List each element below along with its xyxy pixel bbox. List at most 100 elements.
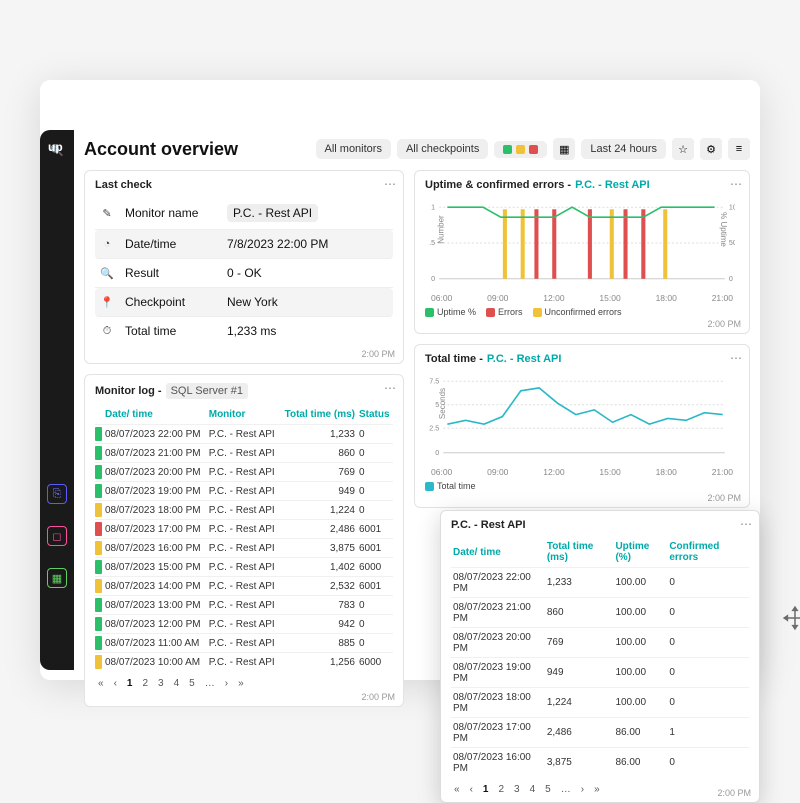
page-link[interactable]: 2 <box>139 677 151 690</box>
tiles-icon[interactable]: ▦ <box>553 138 575 160</box>
table-row[interactable]: 08/07/2023 17:00 PMP.C. - Rest API2,4866… <box>95 520 393 539</box>
table-row[interactable]: 08/07/2023 18:00 PMP.C. - Rest API1,2240 <box>95 501 393 520</box>
status-indicator <box>95 427 102 441</box>
page-link[interactable]: « <box>95 677 107 690</box>
page-link[interactable]: 4 <box>527 783 539 796</box>
svg-text:0.5: 0.5 <box>429 239 435 247</box>
card-timestamp: 2:00 PM <box>361 692 395 702</box>
cell-monitor: P.C. - Rest API <box>207 558 280 577</box>
page-link[interactable]: … <box>202 677 218 690</box>
status-filter[interactable] <box>494 141 547 158</box>
page-link[interactable]: › <box>222 677 231 690</box>
table-row[interactable]: 08/07/2023 14:00 PMP.C. - Rest API2,5326… <box>95 577 393 596</box>
col-datetime[interactable]: Date/ time <box>451 537 545 568</box>
grid-icon[interactable]: ▦ <box>47 568 67 588</box>
page-link[interactable]: › <box>578 783 587 796</box>
totaltime-title: Total time - <box>425 353 483 365</box>
row-label: Total time <box>125 324 217 338</box>
col-monitor[interactable]: Monitor <box>207 405 280 425</box>
page-link[interactable]: 3 <box>511 783 523 796</box>
page-link[interactable]: 5 <box>542 783 554 796</box>
cell-status: 0 <box>357 501 393 520</box>
detail-popup[interactable]: P.C. - Rest API ⋯ Date/ time Total time … <box>440 510 760 803</box>
page-link[interactable]: 2 <box>495 783 507 796</box>
cell-totaltime: 885 <box>280 634 357 653</box>
cell-monitor: P.C. - Rest API <box>207 482 280 501</box>
col-totaltime[interactable]: Total time (ms) <box>545 537 614 568</box>
lastcheck-row: ◔Date/time7/8/2023 22:00 PM <box>95 230 393 259</box>
col-totaltime[interactable]: Total time (ms) <box>280 405 357 425</box>
table-row[interactable]: 08/07/2023 16:00 PMP.C. - Rest API3,8756… <box>95 539 393 558</box>
cell-totaltime: 1,256 <box>280 653 357 672</box>
table-row[interactable]: 08/07/2023 19:00 PM949100.000 <box>451 658 749 688</box>
table-row[interactable]: 08/07/2023 20:00 PMP.C. - Rest API7690 <box>95 463 393 482</box>
star-icon[interactable]: ☆ <box>672 138 694 160</box>
table-row[interactable]: 08/07/2023 20:00 PM769100.000 <box>451 628 749 658</box>
page-link[interactable]: » <box>235 677 247 690</box>
cell-errors: 0 <box>667 568 749 598</box>
range-select[interactable]: Last 24 hours <box>581 139 666 159</box>
page-link[interactable]: 1 <box>124 677 136 690</box>
page-link[interactable]: … <box>558 783 574 796</box>
col-uptime[interactable]: Uptime (%) <box>613 537 667 568</box>
x-tick: 09:00 <box>487 293 508 303</box>
page-link[interactable]: 4 <box>171 677 183 690</box>
move-icon[interactable] <box>782 605 800 631</box>
filter-monitors[interactable]: All monitors <box>316 139 391 159</box>
status-dot-red <box>529 145 538 154</box>
last-check-title: Last check <box>95 179 393 191</box>
more-icon[interactable]: ⋯ <box>740 517 753 531</box>
page-link[interactable]: 5 <box>186 677 198 690</box>
col-datetime[interactable]: Date/ time <box>103 405 207 425</box>
cell-status: 0 <box>357 596 393 615</box>
svg-text:2.5: 2.5 <box>429 424 439 432</box>
status-indicator <box>95 598 102 612</box>
table-row[interactable]: 08/07/2023 22:00 PM1,233100.000 <box>451 568 749 598</box>
menu-icon[interactable]: ≡ <box>728 138 750 160</box>
totaltime-chart: Seconds 7.5 5 2.5 0 <box>429 371 735 463</box>
table-row[interactable]: 08/07/2023 17:00 PM2,48686.001 <box>451 718 749 748</box>
more-icon[interactable]: ⋯ <box>730 351 743 365</box>
monitor-log-card: Monitor log - SQL Server #1 ⋯ Date/ time… <box>84 374 404 707</box>
table-row[interactable]: 08/07/2023 22:00 PMP.C. - Rest API1,2330 <box>95 425 393 444</box>
status-indicator <box>95 560 102 574</box>
pager[interactable]: « ‹ 12345 … › » <box>95 677 393 690</box>
page-link[interactable]: ‹ <box>111 677 120 690</box>
page-link[interactable]: 1 <box>480 783 492 796</box>
cell-status: 0 <box>357 482 393 501</box>
totaltime-sub[interactable]: P.C. - Rest API <box>487 353 562 365</box>
more-icon[interactable]: ⋯ <box>384 381 397 395</box>
more-icon[interactable]: ⋯ <box>730 177 743 191</box>
uptime-sub[interactable]: P.C. - Rest API <box>575 179 650 191</box>
cell-status: 0 <box>357 634 393 653</box>
filter-checkpoints[interactable]: All checkpoints <box>397 139 488 159</box>
table-row[interactable]: 08/07/2023 19:00 PMP.C. - Rest API9490 <box>95 482 393 501</box>
cell-status: 6000 <box>357 653 393 672</box>
cell-totaltime: 2,532 <box>280 577 357 596</box>
x-tick: 06:00 <box>431 467 452 477</box>
col-errors[interactable]: Confirmed errors <box>667 537 749 568</box>
table-row[interactable]: 08/07/2023 21:00 PMP.C. - Rest API8600 <box>95 444 393 463</box>
cell-totaltime: 1,233 <box>280 425 357 444</box>
col-status[interactable]: Status <box>357 405 393 425</box>
pager[interactable]: « ‹ 12345 … › » <box>451 783 749 796</box>
link-icon[interactable]: ⎘ <box>47 484 67 504</box>
page-link[interactable]: ‹ <box>467 783 476 796</box>
status-indicator <box>95 465 102 479</box>
table-row[interactable]: 08/07/2023 10:00 AMP.C. - Rest API1,2566… <box>95 653 393 672</box>
table-row[interactable]: 08/07/2023 12:00 PMP.C. - Rest API9420 <box>95 615 393 634</box>
page-link[interactable]: 3 <box>155 677 167 690</box>
page-link[interactable]: » <box>591 783 603 796</box>
table-row[interactable]: 08/07/2023 18:00 PM1,224100.000 <box>451 688 749 718</box>
table-row[interactable]: 08/07/2023 13:00 PMP.C. - Rest API7830 <box>95 596 393 615</box>
table-row[interactable]: 08/07/2023 21:00 PM860100.000 <box>451 598 749 628</box>
cell-totaltime: 1,224 <box>545 688 614 718</box>
more-icon[interactable]: ⋯ <box>384 177 397 191</box>
gear-icon[interactable]: ⚙ <box>700 138 722 160</box>
table-row[interactable]: 08/07/2023 11:00 AMP.C. - Rest API8850 <box>95 634 393 653</box>
table-row[interactable]: 08/07/2023 15:00 PMP.C. - Rest API1,4026… <box>95 558 393 577</box>
cart-icon[interactable]: ◻ <box>47 526 67 546</box>
cell-datetime: 08/07/2023 18:00 PM <box>451 688 545 718</box>
page-link[interactable]: « <box>451 783 463 796</box>
table-row[interactable]: 08/07/2023 16:00 PM3,87586.000 <box>451 748 749 778</box>
